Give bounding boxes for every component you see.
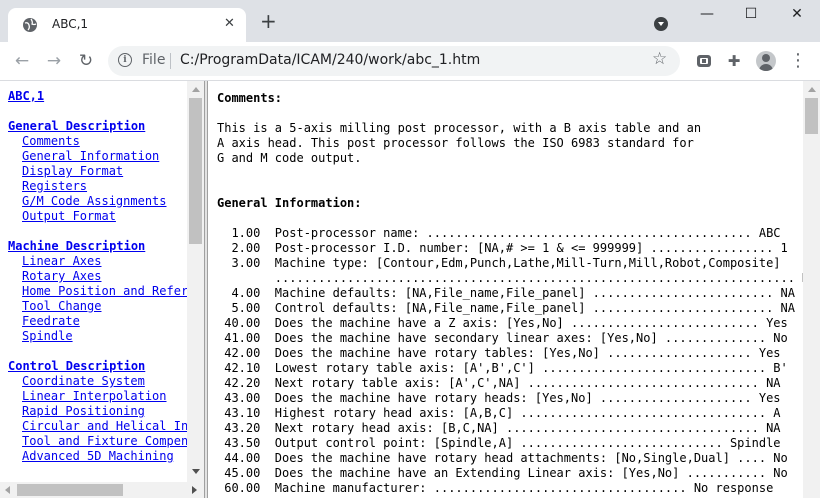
- info-line: 43.10 Highest rotary head axis: [A,B,C] …: [217, 406, 781, 420]
- nav-link-tool-fixture-comp[interactable]: Tool and Fixture Compen: [22, 434, 187, 448]
- content-scroll-thumb[interactable]: [805, 98, 818, 134]
- info-line: 60.00 Machine manufacturer: ............…: [217, 481, 774, 495]
- nav-link-circular-helical[interactable]: Circular and Helical In: [22, 419, 187, 433]
- back-icon[interactable]: ←: [12, 51, 32, 71]
- nav-link-comments[interactable]: Comments: [22, 134, 80, 148]
- reload-icon[interactable]: ↻: [76, 51, 96, 71]
- maximize-icon[interactable]: ☐: [736, 6, 766, 26]
- nav-horizontal-scrollbar[interactable]: [0, 482, 204, 498]
- nav-link-home-position[interactable]: Home Position and Refer: [22, 284, 187, 298]
- nav-link-linear-axes[interactable]: Linear Axes: [22, 254, 101, 268]
- info-line: 41.00 Does the machine have secondary li…: [217, 331, 788, 345]
- nav-link-tool-change[interactable]: Tool Change: [22, 299, 101, 313]
- comment-line: G and M code output.: [217, 151, 362, 165]
- info-line: 43.20 Next rotary head axis: [B,C,NA] ..…: [217, 421, 781, 435]
- avatar-icon[interactable]: [756, 51, 776, 71]
- nav-link-gm-code-assignments[interactable]: G/M Code Assignments: [22, 194, 167, 208]
- info-line: 43.50 Output control point: [Spindle,A] …: [217, 436, 781, 450]
- nav-heading-general-description[interactable]: General Description: [8, 119, 145, 133]
- nav-frame: ABC,1 General Description Comments Gener…: [0, 81, 187, 482]
- info-line: 42.00 Does the machine have rotary table…: [217, 346, 781, 360]
- content-frame: Comments: This is a 5-axis milling post …: [208, 81, 803, 498]
- general-info-heading: General Information:: [217, 196, 362, 210]
- nav-link-rapid-positioning[interactable]: Rapid Positioning: [22, 404, 145, 418]
- nav-link-linear-interpolation[interactable]: Linear Interpolation: [22, 389, 167, 403]
- info-line: 2.00 Post-processor I.D. number: [NA,# >…: [217, 241, 788, 255]
- star-icon[interactable]: ☆: [652, 49, 667, 69]
- nav-link-rotary-axes[interactable]: Rotary Axes: [22, 269, 101, 283]
- comment-line: This is a 5-axis milling post processor,…: [217, 121, 702, 135]
- nav-vertical-scrollbar[interactable]: [187, 81, 204, 482]
- tab-search-icon[interactable]: [654, 17, 668, 31]
- tab-title: ABC,1: [52, 17, 89, 31]
- nav-link-feedrate[interactable]: Feedrate: [22, 314, 80, 328]
- more-menu-icon[interactable]: ⋮: [788, 51, 808, 71]
- window-close-icon[interactable]: ✕: [782, 6, 812, 26]
- comments-heading: Comments:: [217, 91, 283, 105]
- nav-link-display-format[interactable]: Display Format: [22, 164, 123, 178]
- minimize-icon[interactable]: —: [692, 6, 722, 26]
- info-line: 42.20 Next rotary table axis: [A',C',NA]…: [217, 376, 781, 390]
- url-text[interactable]: C:/ProgramData/ICAM/240/work/abc_1.htm: [180, 52, 480, 68]
- info-line: 42.10 Lowest rotary table axis: [A',B',C…: [217, 361, 788, 375]
- puzzle-icon[interactable]: ✚: [724, 51, 744, 71]
- info-line: 44.00 Does the machine have rotary head …: [217, 451, 788, 465]
- info-line: 40.00 Does the machine have a Z axis: [Y…: [217, 316, 788, 330]
- tab-bar: ABC,1 ✕ + — ☐ ✕: [0, 0, 820, 42]
- nav-link-coordinate-system[interactable]: Coordinate System: [22, 374, 145, 388]
- info-line: 4.00 Machine defaults: [NA,File_name,Fil…: [217, 286, 795, 300]
- scroll-up-arrow-icon[interactable]: [192, 87, 200, 92]
- browser-tab[interactable]: ABC,1 ✕: [8, 8, 246, 42]
- plus-icon[interactable]: +: [260, 11, 277, 31]
- content-vertical-scrollbar[interactable]: [803, 81, 820, 498]
- info-line: 3.00 Machine type: [Contour,Edm,Punch,La…: [217, 256, 781, 270]
- address-bar[interactable]: i File C:/ProgramData/ICAM/240/work/abc_…: [108, 46, 680, 76]
- nav-scroll-thumb[interactable]: [189, 98, 202, 244]
- info-icon[interactable]: i: [118, 53, 132, 67]
- cast-icon[interactable]: [694, 51, 714, 71]
- close-icon[interactable]: ✕: [224, 16, 235, 31]
- nav-heading-machine-description[interactable]: Machine Description: [8, 239, 145, 253]
- address-separator: [170, 53, 171, 69]
- scroll-left-arrow-icon[interactable]: [5, 486, 10, 494]
- globe-icon: [23, 18, 37, 32]
- info-line: 43.00 Does the machine have rotary heads…: [217, 391, 781, 405]
- info-line: 5.00 Control defaults: [NA,File_name,Fil…: [217, 301, 795, 315]
- scroll-right-arrow-icon[interactable]: [192, 486, 197, 494]
- nav-link-general-information[interactable]: General Information: [22, 149, 159, 163]
- nav-link-registers[interactable]: Registers: [22, 179, 87, 193]
- info-line: 45.00 Does the machine have an Extending…: [217, 466, 788, 480]
- forward-icon[interactable]: →: [44, 51, 64, 71]
- info-line: ........................................…: [217, 271, 803, 285]
- comment-line: A axis head. This post processor follows…: [217, 136, 694, 150]
- scroll-down-arrow-icon[interactable]: [192, 469, 200, 474]
- scheme-label: File: [142, 52, 166, 68]
- scroll-up-arrow-icon[interactable]: [808, 87, 816, 92]
- nav-heading-control-description[interactable]: Control Description: [8, 359, 145, 373]
- nav-link-spindle[interactable]: Spindle: [22, 329, 73, 343]
- nav-hscroll-thumb[interactable]: [17, 484, 123, 496]
- nav-title-link[interactable]: ABC,1: [8, 89, 44, 103]
- browser-toolbar: ← → ↻ i File C:/ProgramData/ICAM/240/wor…: [0, 42, 820, 81]
- info-line: 1.00 Post-processor name: ..............…: [217, 226, 781, 240]
- nav-link-advanced-5d[interactable]: Advanced 5D Machining: [22, 449, 174, 463]
- nav-link-output-format[interactable]: Output Format: [22, 209, 116, 223]
